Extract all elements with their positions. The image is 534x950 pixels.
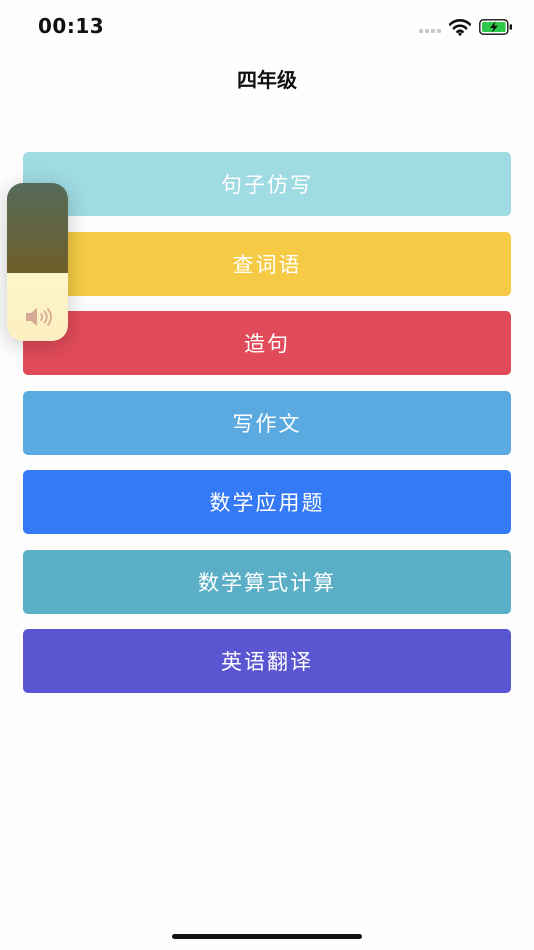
make-sentence-button[interactable]: 造句 bbox=[23, 311, 511, 375]
status-bar: 00:13 bbox=[0, 0, 534, 54]
math-word-problem-button[interactable]: 数学应用题 bbox=[23, 470, 511, 534]
volume-overlay[interactable] bbox=[7, 183, 68, 341]
wifi-icon bbox=[449, 19, 471, 36]
write-essay-button[interactable]: 写作文 bbox=[23, 391, 511, 455]
math-calculation-button[interactable]: 数学算式计算 bbox=[23, 550, 511, 614]
page-title: 四年级 bbox=[237, 68, 297, 92]
home-indicator[interactable] bbox=[172, 934, 362, 939]
battery-charging-icon bbox=[479, 19, 512, 35]
cellular-signal-icon bbox=[419, 29, 441, 33]
sentence-imitation-button[interactable]: 句子仿写 bbox=[23, 152, 511, 216]
word-lookup-button[interactable]: 查词语 bbox=[23, 232, 511, 296]
speaker-icon bbox=[26, 308, 52, 326]
volume-track-empty bbox=[7, 183, 68, 273]
english-translation-button[interactable]: 英语翻译 bbox=[23, 629, 511, 693]
status-time: 00:13 bbox=[38, 14, 105, 38]
